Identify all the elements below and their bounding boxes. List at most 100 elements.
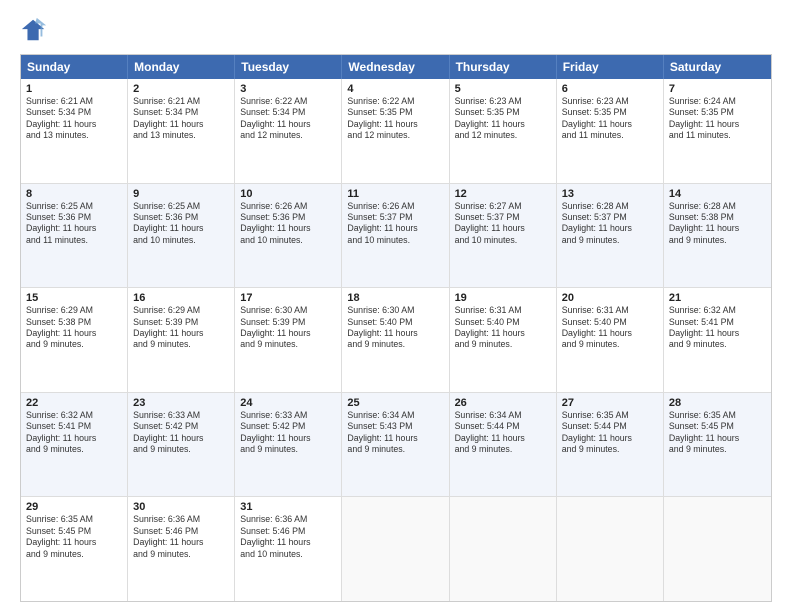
calendar-cell: 26Sunrise: 6:34 AMSunset: 5:44 PMDayligh… [450, 393, 557, 497]
calendar-cell: 20Sunrise: 6:31 AMSunset: 5:40 PMDayligh… [557, 288, 664, 392]
day-number: 21 [669, 292, 766, 304]
cell-info: Sunrise: 6:22 AMSunset: 5:34 PMDaylight:… [240, 96, 336, 142]
calendar-cell: 21Sunrise: 6:32 AMSunset: 5:41 PMDayligh… [664, 288, 771, 392]
cell-info: Sunrise: 6:21 AMSunset: 5:34 PMDaylight:… [133, 96, 229, 142]
day-number: 16 [133, 292, 229, 304]
day-number: 3 [240, 83, 336, 95]
cell-info: Sunrise: 6:35 AMSunset: 5:45 PMDaylight:… [26, 514, 122, 560]
calendar-cell: 30Sunrise: 6:36 AMSunset: 5:46 PMDayligh… [128, 497, 235, 601]
calendar-row: 29Sunrise: 6:35 AMSunset: 5:45 PMDayligh… [21, 497, 771, 601]
day-number: 1 [26, 83, 122, 95]
weekday-header: Thursday [450, 55, 557, 79]
calendar-cell: 5Sunrise: 6:23 AMSunset: 5:35 PMDaylight… [450, 79, 557, 183]
cell-info: Sunrise: 6:22 AMSunset: 5:35 PMDaylight:… [347, 96, 443, 142]
day-number: 20 [562, 292, 658, 304]
day-number: 26 [455, 397, 551, 409]
cell-info: Sunrise: 6:23 AMSunset: 5:35 PMDaylight:… [562, 96, 658, 142]
cell-info: Sunrise: 6:25 AMSunset: 5:36 PMDaylight:… [133, 201, 229, 247]
page: SundayMondayTuesdayWednesdayThursdayFrid… [0, 0, 792, 612]
calendar-cell: 2Sunrise: 6:21 AMSunset: 5:34 PMDaylight… [128, 79, 235, 183]
calendar-cell: 10Sunrise: 6:26 AMSunset: 5:36 PMDayligh… [235, 184, 342, 288]
day-number: 12 [455, 188, 551, 200]
day-number: 2 [133, 83, 229, 95]
cell-info: Sunrise: 6:36 AMSunset: 5:46 PMDaylight:… [240, 514, 336, 560]
cell-info: Sunrise: 6:30 AMSunset: 5:40 PMDaylight:… [347, 305, 443, 351]
calendar-cell: 7Sunrise: 6:24 AMSunset: 5:35 PMDaylight… [664, 79, 771, 183]
day-number: 17 [240, 292, 336, 304]
cell-info: Sunrise: 6:35 AMSunset: 5:45 PMDaylight:… [669, 410, 766, 456]
day-number: 8 [26, 188, 122, 200]
day-number: 28 [669, 397, 766, 409]
day-number: 25 [347, 397, 443, 409]
calendar-row: 8 Sunrise: 6:25 AMSunset: 5:36 PMDaylight… [21, 184, 771, 289]
day-number: 4 [347, 83, 443, 95]
calendar-cell: 31Sunrise: 6:36 AMSunset: 5:46 PMDayligh… [235, 497, 342, 601]
cell-info: Sunrise: 6:34 AMSunset: 5:43 PMDaylight:… [347, 410, 443, 456]
weekday-header: Tuesday [235, 55, 342, 79]
weekday-header: Saturday [664, 55, 771, 79]
day-number: 18 [347, 292, 443, 304]
day-number: 14 [669, 188, 766, 200]
day-number: 7 [669, 83, 766, 95]
cell-info: Sunrise: 6:32 AMSunset: 5:41 PMDaylight:… [669, 305, 766, 351]
calendar-body: 1Sunrise: 6:21 AMSunset: 5:34 PMDaylight… [21, 79, 771, 601]
calendar-cell [664, 497, 771, 601]
weekday-header: Sunday [21, 55, 128, 79]
calendar-cell: 25Sunrise: 6:34 AMSunset: 5:43 PMDayligh… [342, 393, 449, 497]
day-number: 15 [26, 292, 122, 304]
calendar-cell: 4Sunrise: 6:22 AMSunset: 5:35 PMDaylight… [342, 79, 449, 183]
cell-info: Sunrise: 6:24 AMSunset: 5:35 PMDaylight:… [669, 96, 766, 142]
weekday-header: Friday [557, 55, 664, 79]
calendar-cell: 3Sunrise: 6:22 AMSunset: 5:34 PMDaylight… [235, 79, 342, 183]
calendar-cell: 23Sunrise: 6:33 AMSunset: 5:42 PMDayligh… [128, 393, 235, 497]
cell-info: Sunrise: 6:36 AMSunset: 5:46 PMDaylight:… [133, 514, 229, 560]
cell-info: Sunrise: 6:34 AMSunset: 5:44 PMDaylight:… [455, 410, 551, 456]
cell-info: Sunrise: 6:35 AMSunset: 5:44 PMDaylight:… [562, 410, 658, 456]
day-number: 24 [240, 397, 336, 409]
cell-info: Sunrise: 6:26 AMSunset: 5:36 PMDaylight:… [240, 201, 336, 247]
day-number: 10 [240, 188, 336, 200]
cell-info: Sunrise: 6:33 AMSunset: 5:42 PMDaylight:… [133, 410, 229, 456]
cell-info: Sunrise: 6:29 AMSunset: 5:39 PMDaylight:… [133, 305, 229, 351]
calendar-cell: 9Sunrise: 6:25 AMSunset: 5:36 PMDaylight… [128, 184, 235, 288]
calendar-cell: 13Sunrise: 6:28 AMSunset: 5:37 PMDayligh… [557, 184, 664, 288]
calendar-cell: 14Sunrise: 6:28 AMSunset: 5:38 PMDayligh… [664, 184, 771, 288]
day-number: 11 [347, 188, 443, 200]
cell-info: Sunrise: 6:26 AMSunset: 5:37 PMDaylight:… [347, 201, 443, 247]
calendar-row: 22Sunrise: 6:32 AMSunset: 5:41 PMDayligh… [21, 393, 771, 498]
cell-info: Sunrise: 6:30 AMSunset: 5:39 PMDaylight:… [240, 305, 336, 351]
cell-info: Sunrise: 6:21 AMSunset: 5:34 PMDaylight:… [26, 96, 122, 142]
calendar-cell [557, 497, 664, 601]
header [20, 16, 772, 44]
cell-info: Sunrise: 6:31 AMSunset: 5:40 PMDaylight:… [455, 305, 551, 351]
calendar-row: 1Sunrise: 6:21 AMSunset: 5:34 PMDaylight… [21, 79, 771, 184]
day-number: 31 [240, 501, 336, 513]
day-number: 30 [133, 501, 229, 513]
calendar-cell: 29Sunrise: 6:35 AMSunset: 5:45 PMDayligh… [21, 497, 128, 601]
logo-icon [20, 16, 48, 44]
calendar-cell: 8Sunrise: 6:25 AMSunset: 5:36 PMDaylight… [21, 184, 128, 288]
day-number: 22 [26, 397, 122, 409]
cell-info: Sunrise: 6:27 AMSunset: 5:37 PMDaylight:… [455, 201, 551, 247]
day-number: 27 [562, 397, 658, 409]
calendar-cell: 11Sunrise: 6:26 AMSunset: 5:37 PMDayligh… [342, 184, 449, 288]
calendar-cell: 24Sunrise: 6:33 AMSunset: 5:42 PMDayligh… [235, 393, 342, 497]
calendar-cell: 17Sunrise: 6:30 AMSunset: 5:39 PMDayligh… [235, 288, 342, 392]
cell-info: Sunrise: 6:28 AMSunset: 5:37 PMDaylight:… [562, 201, 658, 247]
calendar-cell: 15Sunrise: 6:29 AMSunset: 5:38 PMDayligh… [21, 288, 128, 392]
calendar-cell: 16Sunrise: 6:29 AMSunset: 5:39 PMDayligh… [128, 288, 235, 392]
calendar-row: 15Sunrise: 6:29 AMSunset: 5:38 PMDayligh… [21, 288, 771, 393]
calendar-cell: 12Sunrise: 6:27 AMSunset: 5:37 PMDayligh… [450, 184, 557, 288]
day-number: 13 [562, 188, 658, 200]
calendar-header: SundayMondayTuesdayWednesdayThursdayFrid… [21, 55, 771, 79]
calendar-cell: 6Sunrise: 6:23 AMSunset: 5:35 PMDaylight… [557, 79, 664, 183]
calendar-cell: 18Sunrise: 6:30 AMSunset: 5:40 PMDayligh… [342, 288, 449, 392]
calendar-cell [450, 497, 557, 601]
cell-info: Sunrise: 6:28 AMSunset: 5:38 PMDaylight:… [669, 201, 766, 247]
logo [20, 16, 52, 44]
day-number: 29 [26, 501, 122, 513]
weekday-header: Monday [128, 55, 235, 79]
cell-info: Sunrise: 6:23 AMSunset: 5:35 PMDaylight:… [455, 96, 551, 142]
cell-info: Sunrise: 6:31 AMSunset: 5:40 PMDaylight:… [562, 305, 658, 351]
day-number: 9 [133, 188, 229, 200]
